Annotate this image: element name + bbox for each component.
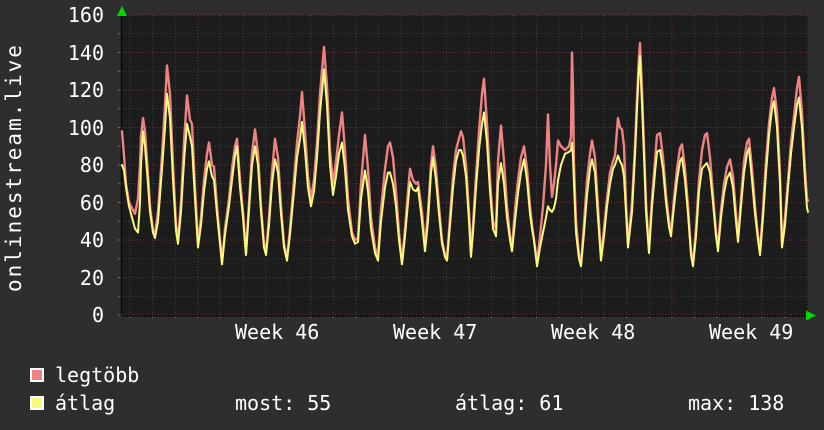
x-axis-label: Week 46 [235,320,320,344]
y-axis-label: 60 [79,190,104,215]
x-axis-label: Week 47 [393,320,478,344]
rrd-graph: onlinestream.live 0 20 40 60 80 100 120 140 160 … [0,0,824,430]
stat-atlag: átlag: 61 [455,391,564,415]
y-axis-label: 0 [91,303,104,327]
x-axis-label: Week 49 [709,320,794,344]
y-axis-label: 80 [79,153,104,177]
y-axis-label: 40 [79,228,104,252]
x-axis-label: Week 48 [551,320,636,344]
y-axis-arrow-icon [117,6,127,16]
legend-swatch-legtobb [30,368,44,382]
x-axis-arrow-icon [806,310,816,321]
stat-most: most: 55 [235,391,332,415]
y-axis-label: 140 [67,40,104,65]
legend-label-legtobb: legtöbb [55,363,140,387]
y-axis-label: 100 [67,115,104,140]
y-axis-label: 160 [67,3,104,27]
stat-max: max: 138 [688,391,785,415]
legend-label-atlag: átlag [55,391,116,415]
y-axis-label: 20 [79,265,104,290]
y-axis-label: 120 [67,78,104,102]
legend-swatch-atlag [30,396,44,410]
